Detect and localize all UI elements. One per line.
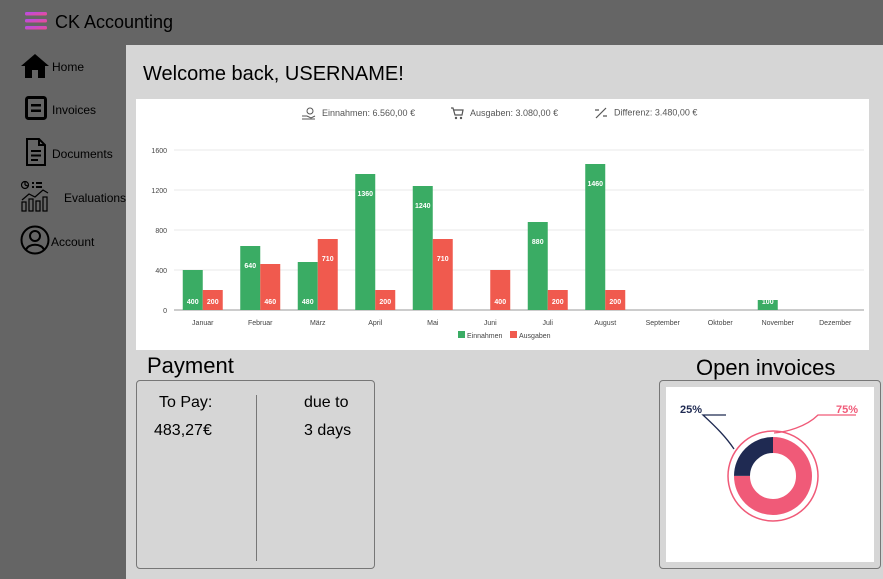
right-percent-label: 75% [836,404,858,416]
sidebar-item-label: Invoices [52,103,97,117]
account-icon [20,225,50,255]
payment-card: To Pay: 483,27€ due to 3 days [136,380,375,569]
x-tick-label: November [762,320,795,327]
sidebar-item-documents[interactable]: Documents [20,137,126,173]
data-label: 200 [379,299,391,306]
sidebar-item-evaluations[interactable]: Evaluations [20,180,126,216]
app-title: CK Accounting [55,12,174,32]
x-tick-label: Mai [427,320,439,327]
evaluations-icon [20,180,49,212]
x-tick-label: April [368,320,382,327]
due-value: 3 days [304,422,352,439]
open-invoices-title: Open invoices [696,355,836,380]
bar-ausgaben [432,239,453,310]
data-label: 460 [264,299,276,306]
sidebar-item-invoices[interactable]: Invoices [20,95,126,131]
x-tick-label: Februar [248,320,273,327]
bar-einnahmen [527,222,548,310]
data-label: 710 [437,256,449,263]
data-label: 640 [244,263,256,270]
bar-ausgaben [317,239,338,310]
left-percent-label: 25% [680,404,702,416]
legend-swatch [510,331,517,338]
x-tick-label: März [310,320,326,327]
bar-chart: 0 400 800 1200 1600 Januar 400 200 Februar 640 460… [151,148,864,340]
main-content: Welcome back, USERNAME! Einnahmen: 6.560… [126,45,883,579]
sidebar-item-label: Documents [52,147,113,161]
data-label: 200 [552,299,564,306]
x-tick-label: Januar [192,320,214,327]
sidebar-item-label: Evaluations [64,191,127,205]
data-label: 880 [532,239,544,246]
to-pay-amount: 483,27€ [154,422,212,439]
sidebar-item-account[interactable]: Account [20,225,126,261]
bar-einnahmen [240,246,261,310]
x-tick-label: September [646,320,681,327]
data-label: 400 [494,299,506,306]
y-tick-label: 1200 [151,188,167,195]
page-title: Welcome back, USERNAME! [143,63,404,85]
data-label: 400 [187,299,199,306]
data-label: 100 [762,299,774,306]
income-expense-chart-card: Einnahmen: 6.560,00 € Ausgaben: 3.080,00… [136,99,869,350]
x-tick-label: Juni [484,320,497,327]
data-label: 480 [302,299,314,306]
sidebar: Home Invoices Documents Evaluations Acco… [0,45,126,579]
sidebar-item-label: Home [52,60,85,74]
data-label: 200 [207,299,219,306]
y-tick-label: 0 [163,308,167,315]
document-icon [26,138,46,166]
x-tick-label: Juli [542,320,553,327]
donut-chart: 25% 75% [680,404,858,522]
payment-title: Payment [147,353,234,378]
open-invoices-card: 25% 75% [659,380,881,569]
data-label: 1240 [415,203,431,210]
menu-logo-icon[interactable] [25,12,47,30]
legend-label: Einnahmen [467,333,503,340]
open-invoices-chart-area: 25% 75% [666,387,874,562]
sidebar-item-label: Account [51,235,95,249]
data-label: 710 [322,256,334,263]
due-label: due to [304,394,349,411]
x-tick-label: August [594,320,616,327]
x-tick-label: Oktober [708,320,734,327]
top-bar: CK Accounting [0,0,883,45]
invoice-icon [25,96,47,120]
data-label: 200 [609,299,621,306]
sidebar-item-home[interactable]: Home [20,53,126,89]
data-label: 1460 [587,181,603,188]
payment-divider [256,395,257,561]
y-tick-label: 1600 [151,148,167,155]
data-label: 1360 [357,191,373,198]
home-icon [21,54,49,78]
x-tick-label: Dezember [819,320,852,327]
y-tick-label: 800 [155,228,167,235]
legend-label: Ausgaben [519,333,551,340]
y-tick-label: 400 [155,268,167,275]
to-pay-label: To Pay: [159,394,213,411]
legend-swatch [458,331,465,338]
